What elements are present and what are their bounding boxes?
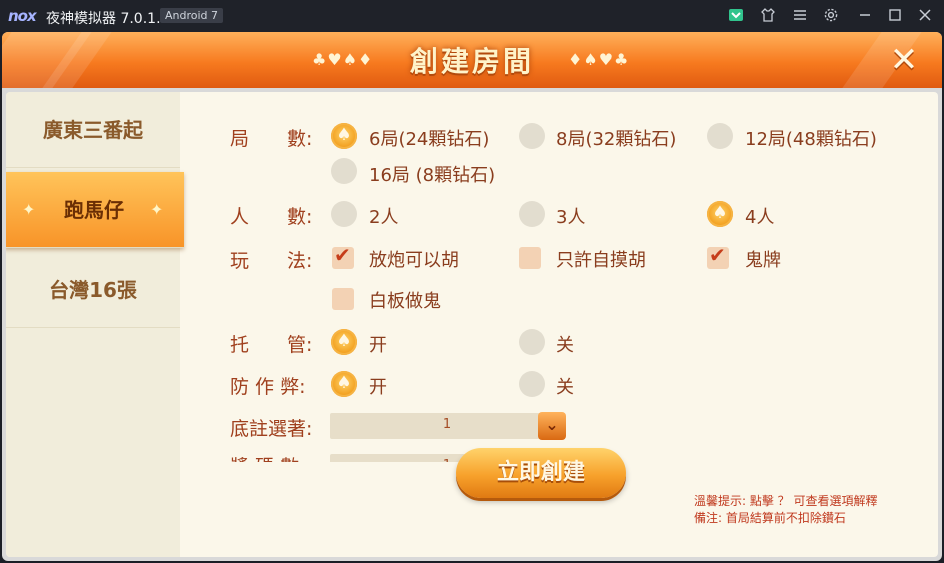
radio-anti-cheat-off[interactable] bbox=[519, 371, 545, 397]
base-bet-select[interactable]: 1 ⌄ bbox=[330, 412, 566, 440]
window-close-icon[interactable] bbox=[916, 7, 934, 25]
radio-label: 开 bbox=[369, 377, 387, 398]
reward-label: 獎 碼 數: bbox=[230, 452, 305, 462]
base-bet-value: 1 bbox=[442, 417, 452, 432]
players-label: 人 數: bbox=[230, 206, 313, 228]
radio-label: 6局(24顆钻石) bbox=[369, 129, 490, 150]
auto-play-label: 托 管: bbox=[230, 334, 313, 356]
checkbox-fangpao-hu[interactable] bbox=[332, 243, 354, 269]
settings-gear-icon[interactable] bbox=[822, 7, 840, 25]
checkbox-white-dragon-ghost[interactable] bbox=[332, 288, 354, 310]
base-bet-label: 底註選著: bbox=[230, 418, 313, 440]
rounds-label: 局 數: bbox=[230, 128, 313, 150]
minimize-icon[interactable] bbox=[856, 7, 874, 25]
sparkle-icon: ✦ bbox=[150, 200, 164, 219]
sidebar-tab-paomazai[interactable]: ✦ 跑馬仔 ✦ bbox=[6, 172, 184, 248]
menu-icon[interactable] bbox=[791, 7, 809, 25]
chevron-down-icon[interactable]: ⌄ bbox=[538, 412, 566, 440]
dialog-close-button[interactable]: ✕ bbox=[882, 40, 926, 80]
radio-label: 16局 (8顆钻石) bbox=[369, 165, 496, 186]
sidebar-tab-label: 台灣16張 bbox=[49, 278, 137, 302]
radio-anti-cheat-on[interactable] bbox=[331, 371, 357, 397]
checkbox-label: 只許自摸胡 bbox=[556, 250, 646, 271]
android-version-badge: Android 7 bbox=[160, 8, 224, 23]
radio-rounds-12[interactable] bbox=[707, 123, 733, 149]
radio-rounds-8[interactable] bbox=[519, 123, 545, 149]
emulator-titlebar: nox 夜神模拟器 7.0.1.0 Android 7 bbox=[0, 0, 944, 32]
radio-label: 关 bbox=[556, 335, 574, 356]
radio-rounds-16[interactable] bbox=[331, 158, 357, 184]
checkbox-label: 鬼牌 bbox=[745, 250, 781, 271]
app-title: 夜神模拟器 7.0.1.0 bbox=[46, 11, 170, 27]
create-room-button[interactable]: 立即創建 bbox=[456, 448, 626, 498]
game-window: ♣♥♠♦ 創建房間 ♦♠♥♣ ✕ 廣東三番起 ✦ 跑馬仔 ✦ 台灣16張 局 數… bbox=[2, 32, 942, 561]
radio-label: 8局(32顆钻石) bbox=[556, 129, 677, 150]
radio-players-3[interactable] bbox=[519, 201, 545, 227]
game-mode-sidebar: 廣東三番起 ✦ 跑馬仔 ✦ 台灣16張 bbox=[6, 92, 184, 557]
hint-text: 溫馨提示: 點擊 ？ 可查看選項解釋 bbox=[694, 494, 878, 508]
theme-shirt-icon[interactable] bbox=[759, 7, 777, 25]
checkbox-ghost-tiles[interactable] bbox=[707, 243, 729, 269]
sidebar-tab-label: 跑馬仔 bbox=[64, 198, 124, 222]
radio-label: 关 bbox=[556, 377, 574, 398]
dialog-title: 創建房間 bbox=[409, 45, 534, 78]
radio-label: 12局(48顆钻石) bbox=[745, 129, 877, 150]
checkbox-label: 白板做鬼 bbox=[369, 291, 441, 312]
store-icon[interactable] bbox=[727, 7, 745, 25]
checkbox-label: 放炮可以胡 bbox=[369, 250, 459, 271]
nox-logo: nox bbox=[8, 7, 37, 25]
radio-auto-play-off[interactable] bbox=[519, 329, 545, 355]
rules-label: 玩 法: bbox=[230, 250, 313, 272]
note-text: 備注: 首局結算前不扣除鑽石 bbox=[694, 511, 846, 525]
radio-label: 3人 bbox=[556, 207, 586, 228]
checkbox-zimo-only[interactable] bbox=[519, 247, 541, 269]
maximize-icon[interactable] bbox=[886, 7, 904, 25]
radio-players-4[interactable] bbox=[707, 201, 733, 227]
radio-label: 4人 bbox=[745, 207, 775, 228]
dialog-header: ♣♥♠♦ 創建房間 ♦♠♥♣ ✕ bbox=[2, 32, 942, 88]
sidebar-tab-taiwan16[interactable]: 台灣16張 bbox=[6, 252, 180, 328]
radio-rounds-6[interactable] bbox=[331, 123, 357, 149]
radio-auto-play-on[interactable] bbox=[331, 329, 357, 355]
card-suits-decoration-right: ♦♠♥♣ bbox=[568, 50, 630, 69]
radio-label: 2人 bbox=[369, 207, 399, 228]
sidebar-tab-guangdong[interactable]: 廣東三番起 bbox=[6, 92, 180, 168]
anti-cheat-label: 防 作 弊: bbox=[230, 376, 306, 398]
sparkle-icon: ✦ bbox=[22, 200, 36, 219]
radio-label: 开 bbox=[369, 335, 387, 356]
radio-players-2[interactable] bbox=[331, 201, 357, 227]
sidebar-tab-label: 廣東三番起 bbox=[43, 118, 143, 142]
